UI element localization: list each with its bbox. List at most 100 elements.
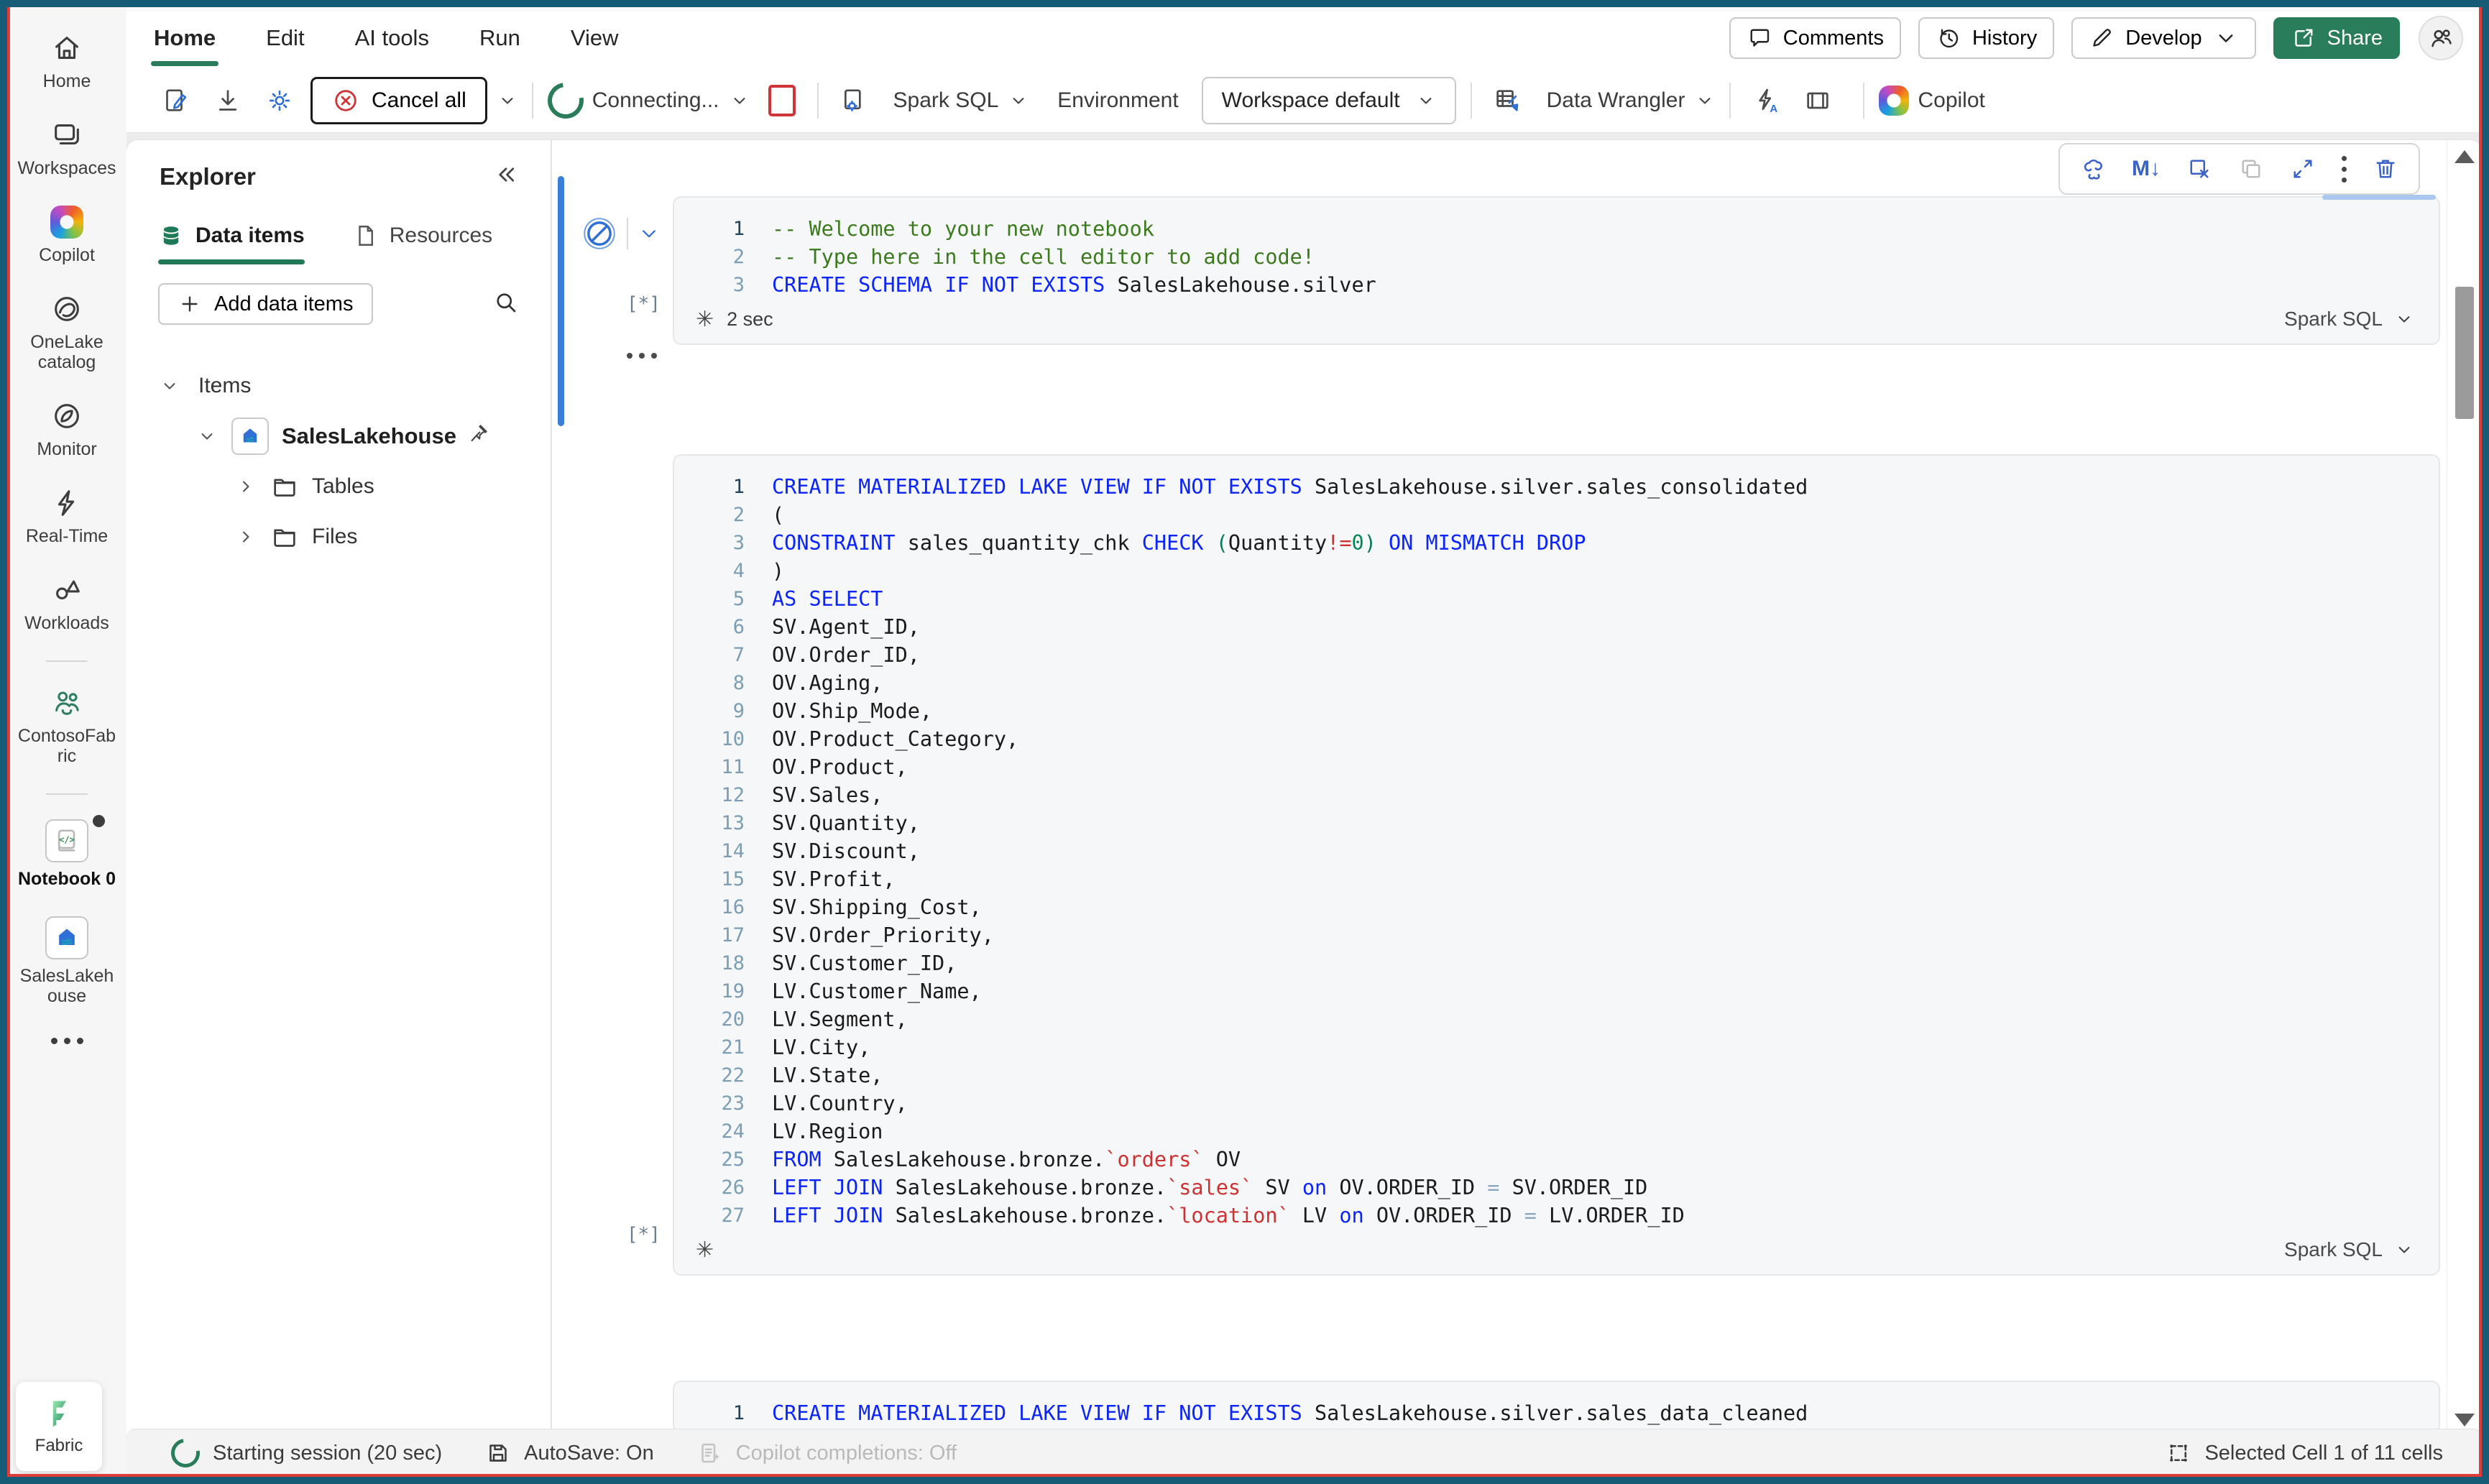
line-number: 11 — [721, 756, 745, 778]
tab-data-items[interactable]: Data items — [158, 223, 305, 264]
code-cell-1[interactable]: [*] 1 -- Welcome to your new notebook 2 -- … — [584, 195, 2440, 345]
code-cell-2[interactable]: [*] 1 CREATE MATERIALIZED LAKE VIEW IF NO… — [627, 454, 2440, 1276]
add-data-items-button[interactable]: Add data items — [158, 283, 374, 325]
scrollbar-thumb[interactable] — [2455, 287, 2474, 419]
rail-item-home[interactable]: Home — [11, 32, 122, 91]
copy-icon[interactable] — [2238, 156, 2264, 182]
fabric-logo-icon — [52, 1401, 67, 1427]
code-editor[interactable]: 1 -- Welcome to your new notebook 2 -- Type… — [674, 215, 2424, 299]
session-dropdown-chevron[interactable] — [730, 91, 750, 111]
comments-button[interactable]: Comments — [1729, 17, 1901, 59]
code-line: 1 CREATE MATERIALIZED LAKE VIEW IF NOT EX… — [674, 473, 2424, 501]
rail-item-contosofabric[interactable]: ContosoFabric — [11, 686, 122, 766]
session-status[interactable]: Starting session (20 sec) — [165, 1433, 442, 1473]
collapse-panel-button[interactable] — [493, 162, 519, 191]
double-chevron-left-icon — [499, 167, 515, 182]
rail-item-notebook-0[interactable]: </> Notebook 0 — [11, 815, 122, 889]
export-download-button[interactable] — [207, 80, 249, 121]
delete-icon[interactable] — [2373, 156, 2398, 182]
more-icon[interactable] — [2342, 155, 2347, 183]
rail-item-saleslakehouse[interactable]: SalesLakehouse — [11, 916, 122, 1006]
menu-tab-view[interactable]: View — [571, 25, 619, 51]
code-text: LV.Segment, — [772, 1008, 908, 1031]
code-text: SV.Profit, — [772, 867, 896, 891]
rail-item-workloads[interactable]: Workloads — [11, 573, 122, 633]
tree-label: Items — [198, 374, 252, 397]
ellipsis-icon — [50, 1038, 57, 1044]
develop-label: Develop — [2125, 26, 2202, 50]
develop-button[interactable]: Develop — [2071, 17, 2256, 59]
language-selector-label[interactable]: Spark SQL — [893, 88, 999, 113]
layout-panel-button[interactable] — [1797, 80, 1839, 121]
share-button[interactable]: Share — [2273, 17, 2400, 59]
toolbar-divider — [1863, 83, 1865, 119]
line-number: 13 — [721, 812, 745, 834]
cancel-run-icon[interactable] — [581, 215, 618, 252]
code-line: 3 CREATE SCHEMA IF NOT EXISTS SalesLakeho… — [674, 271, 2424, 299]
lightning-icon — [57, 490, 75, 516]
settings-gear-button[interactable] — [259, 80, 300, 121]
scroll-up-arrow[interactable] — [2455, 150, 2475, 163]
autoformat-button[interactable]: A — [1745, 80, 1787, 121]
tree-row-items[interactable]: Items — [126, 361, 551, 411]
copilot-completions-status[interactable]: Copilot completions: Off — [697, 1440, 957, 1466]
pin-icon[interactable] — [468, 423, 489, 450]
line-number: 23 — [721, 1092, 745, 1115]
copilot-button-label[interactable]: Copilot — [1918, 88, 1984, 113]
copilot-icon[interactable] — [2080, 156, 2106, 182]
search-button[interactable] — [493, 290, 519, 319]
rail-item-onelake-catalog[interactable]: OneLake catalog — [11, 292, 122, 372]
clear-cell-icon[interactable] — [2186, 156, 2212, 182]
cell-run-controls — [581, 215, 661, 252]
code-line: 16 SV.Shipping_Cost, — [674, 893, 2424, 921]
toolbar-divider — [531, 83, 533, 119]
fabric-home-button[interactable]: Fabric — [16, 1382, 102, 1471]
tree-row-files[interactable]: Files — [126, 512, 551, 562]
rail-item-label: OneLake catalog — [30, 332, 103, 372]
line-number: 20 — [721, 1008, 745, 1031]
save-button[interactable] — [155, 80, 197, 121]
history-button[interactable]: History — [1918, 17, 2055, 59]
account-avatar[interactable] — [2419, 16, 2463, 60]
menu-tab-edit[interactable]: Edit — [266, 25, 304, 51]
cell-language-selector[interactable]: Spark SQL — [2284, 1238, 2424, 1261]
data-wrangler-chevron[interactable] — [1695, 91, 1715, 111]
menu-tab-home[interactable]: Home — [150, 25, 219, 66]
code-editor[interactable]: 1 CREATE MATERIALIZED LAKE VIEW IF NOT EX… — [674, 1399, 2424, 1427]
add-cell-more-button[interactable] — [627, 353, 657, 359]
scroll-down-arrow[interactable] — [2455, 1414, 2475, 1427]
code-text: -- Welcome to your new notebook — [772, 217, 1154, 241]
markdown-icon[interactable] — [2132, 157, 2161, 181]
tree-row-tables[interactable]: Tables — [126, 461, 551, 512]
rail-more-button[interactable] — [50, 1038, 83, 1044]
tab-resources[interactable]: Resources — [352, 223, 492, 264]
rail-item-copilot[interactable]: Copilot — [11, 206, 122, 265]
menu-tab-run[interactable]: Run — [479, 25, 520, 51]
line-number: 21 — [721, 1036, 745, 1059]
code-line: 22 LV.State, — [674, 1061, 2424, 1089]
cancel-all-dropdown-chevron[interactable] — [497, 91, 517, 111]
gear-icon — [269, 90, 290, 111]
code-text: SV.Agent_ID, — [772, 615, 920, 639]
environment-selector[interactable]: Workspace default — [1201, 77, 1456, 124]
run-options-chevron[interactable] — [637, 221, 661, 246]
rail-item-monitor[interactable]: Monitor — [11, 400, 122, 459]
environment-value: Workspace default — [1221, 88, 1400, 112]
cell-language-selector[interactable]: Spark SQL — [2284, 308, 2424, 331]
rail-item-real-time[interactable]: Real-Time — [11, 487, 122, 546]
share-label: Share — [2327, 26, 2383, 50]
rail-item-label: Home — [42, 71, 91, 91]
code-cell-3[interactable]: 1 CREATE MATERIALIZED LAKE VIEW IF NOT EX… — [673, 1381, 2440, 1433]
data-wrangler-label[interactable]: Data Wrangler — [1547, 88, 1685, 113]
rail-item-workspaces[interactable]: Workspaces — [11, 119, 122, 178]
vertical-scrollbar[interactable] — [2447, 140, 2482, 1438]
expand-icon[interactable] — [2290, 156, 2316, 182]
cancel-all-button[interactable]: Cancel all — [310, 77, 487, 124]
tree-row-saleslakehouse[interactable]: SalesLakehouse — [126, 411, 551, 461]
code-line: 4) — [674, 557, 2424, 585]
menu-tab-ai-tools[interactable]: AI tools — [355, 25, 429, 51]
code-editor[interactable]: 1 CREATE MATERIALIZED LAKE VIEW IF NOT EX… — [674, 473, 2424, 1230]
language-dropdown-chevron[interactable] — [1008, 91, 1029, 111]
stop-session-button[interactable] — [768, 85, 796, 116]
autosave-status[interactable]: AutoSave: On — [485, 1440, 654, 1466]
